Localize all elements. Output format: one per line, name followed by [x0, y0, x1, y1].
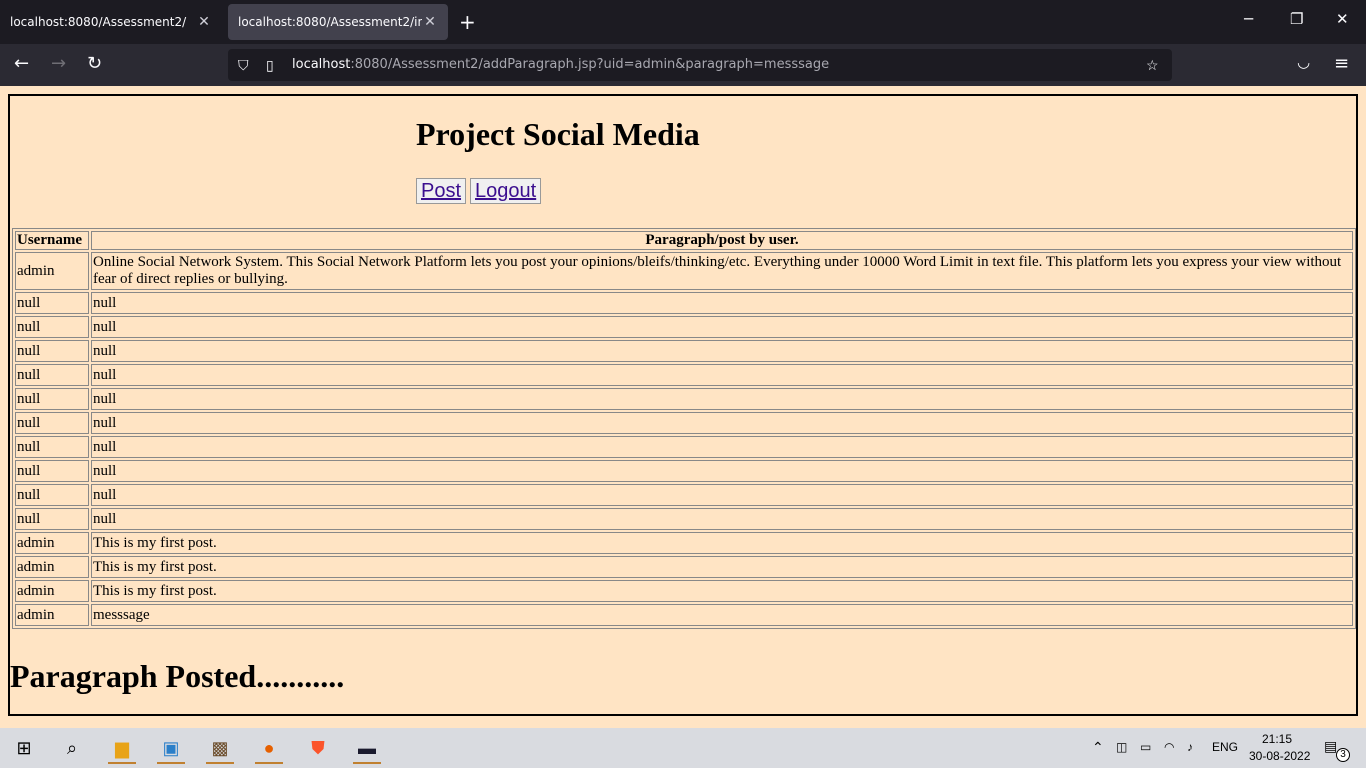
table-row: null null [15, 364, 1353, 386]
paragraph-cell: This is my first post. [91, 532, 1353, 554]
username-cell: admin [15, 604, 89, 626]
status-message: Paragraph Posted........... [10, 658, 345, 694]
username-cell: null [15, 388, 89, 410]
table-row: null null [15, 412, 1353, 434]
table-row: admin messsage [15, 604, 1353, 626]
bookmark-star-icon[interactable]: ☆ [1146, 57, 1159, 74]
search-icon[interactable]: ⌕ [58, 734, 86, 762]
windows-start-icon[interactable]: ⊞ [10, 734, 38, 762]
username-cell: null [15, 508, 89, 530]
username-cell: null [15, 436, 89, 458]
chevron-up-icon[interactable]: ⌃ [1092, 739, 1104, 756]
paragraph-cell: null [91, 364, 1353, 386]
wifi-icon[interactable]: ◠ [1164, 740, 1174, 754]
table-row: admin This is my first post. [15, 580, 1353, 602]
page-container: Project Social Media Post Logout Usernam… [8, 94, 1358, 716]
page-title: Project Social Media [416, 116, 700, 152]
username-cell: admin [15, 556, 89, 578]
brave-browser-icon[interactable]: ⛊ [304, 734, 332, 762]
table-row: null null [15, 316, 1353, 338]
nav-bar: ← → ↻ ⛉ ▯ localhost:8080/Assessment2/add… [0, 44, 1366, 86]
paragraph-cell: null [91, 508, 1353, 530]
username-cell: null [15, 460, 89, 482]
meet-icon[interactable]: ◫ [1116, 740, 1127, 754]
username-cell: admin [15, 580, 89, 602]
username-cell: null [15, 412, 89, 434]
new-tab-icon[interactable]: + [459, 10, 476, 34]
file-explorer-icon[interactable]: ▆ [108, 734, 136, 764]
table-row: null null [15, 388, 1353, 410]
back-icon[interactable]: ← [14, 53, 29, 74]
language-indicator[interactable]: ENG [1212, 740, 1238, 754]
forward-icon[interactable]: → [51, 53, 66, 74]
table-header-row: Username Paragraph/post by user. [15, 231, 1353, 250]
username-cell: null [15, 316, 89, 338]
menu-icon[interactable]: ≡ [1334, 53, 1349, 74]
control-panel-icon[interactable]: ▣ [157, 734, 185, 764]
column-header-paragraph: Paragraph/post by user. [91, 231, 1353, 250]
app-icon[interactable]: ▩ [206, 734, 234, 764]
username-cell: null [15, 364, 89, 386]
paragraph-cell: This is my first post. [91, 556, 1353, 578]
posts-table: Username Paragraph/post by user. admin On… [12, 228, 1356, 629]
paragraph-cell: null [91, 316, 1353, 338]
page-icon[interactable]: ▯ [266, 57, 274, 74]
table-row: admin This is my first post. [15, 556, 1353, 578]
paragraph-cell: Online Social Network System. This Socia… [91, 252, 1353, 290]
url-text[interactable]: localhost:8080/Assessment2/addParagraph.… [292, 57, 829, 72]
close-tab-icon[interactable]: ✕ [422, 14, 438, 30]
pocket-icon[interactable]: ◡ [1297, 53, 1310, 71]
paragraph-cell: null [91, 484, 1353, 506]
clock-date[interactable]: 30-08-2022 [1249, 749, 1310, 763]
minimize-icon[interactable]: ─ [1244, 10, 1253, 28]
tab-assessment2[interactable]: localhost:8080/Assessment2/ ✕ [0, 4, 222, 40]
username-cell: admin [15, 252, 89, 290]
firefox-icon[interactable]: ● [255, 734, 283, 764]
post-button[interactable]: Post [416, 178, 467, 204]
table-row: null null [15, 292, 1353, 314]
username-cell: null [15, 292, 89, 314]
reload-icon[interactable]: ↻ [87, 53, 102, 74]
paragraph-cell: This is my first post. [91, 580, 1353, 602]
clock-time[interactable]: 21:15 [1262, 732, 1292, 746]
paragraph-cell: null [91, 388, 1353, 410]
paragraph-cell: null [91, 460, 1353, 482]
url-bar[interactable]: ⛉ ▯ localhost:8080/Assessment2/addParagr… [228, 49, 1172, 81]
restore-icon[interactable]: ❐ [1290, 10, 1303, 28]
tab-title: localhost:8080/Assessment2/index.j [238, 15, 422, 29]
paragraph-cell: messsage [91, 604, 1353, 626]
paragraph-cell: null [91, 436, 1353, 458]
logout-button[interactable]: Logout [470, 178, 542, 204]
mysql-icon[interactable]: ▬ [353, 734, 381, 764]
volume-icon[interactable]: ♪ [1187, 740, 1193, 754]
tab-title: localhost:8080/Assessment2/ [10, 15, 187, 29]
notification-count-badge: 3 [1336, 748, 1350, 762]
close-tab-icon[interactable]: ✕ [196, 14, 212, 30]
paragraph-cell: null [91, 292, 1353, 314]
table-row: null null [15, 484, 1353, 506]
table-row: null null [15, 460, 1353, 482]
taskbar: ⊞ ⌕ ▆ ▣ ▩ ● ⛊ ▬ ⌃ ◫ ▭ ◠ ♪ ENG 21:15 30-0… [0, 728, 1366, 768]
close-window-icon[interactable]: ✕ [1336, 10, 1349, 28]
paragraph-cell: null [91, 340, 1353, 362]
table-row: admin This is my first post. [15, 532, 1353, 554]
tab-bar: localhost:8080/Assessment2/ ✕ localhost:… [0, 0, 1366, 44]
table-row: null null [15, 340, 1353, 362]
username-cell: admin [15, 532, 89, 554]
paragraph-cell: null [91, 412, 1353, 434]
username-cell: null [15, 340, 89, 362]
tab-index[interactable]: localhost:8080/Assessment2/index.j ✕ [228, 4, 448, 40]
table-row: admin Online Social Network System. This … [15, 252, 1353, 290]
shield-icon[interactable]: ⛉ [238, 57, 249, 74]
username-cell: null [15, 484, 89, 506]
table-row: null null [15, 436, 1353, 458]
table-row: null null [15, 508, 1353, 530]
page-viewport: Project Social Media Post Logout Usernam… [0, 86, 1366, 728]
column-header-username: Username [15, 231, 89, 250]
battery-icon[interactable]: ▭ [1140, 740, 1151, 754]
action-buttons: Post Logout [416, 178, 542, 204]
